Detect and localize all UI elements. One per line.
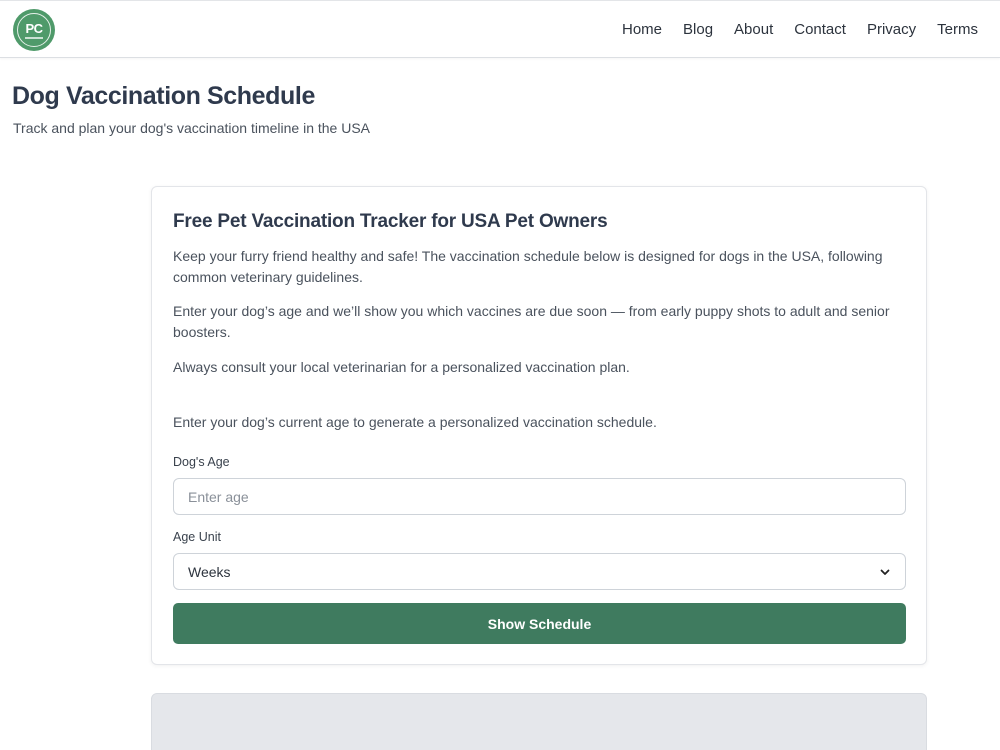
- age-label: Dog's Age: [173, 455, 230, 469]
- nav-item-terms[interactable]: Terms: [937, 21, 978, 39]
- logo-text: PC: [25, 20, 43, 36]
- age-input[interactable]: [173, 478, 906, 515]
- card-title: Free Pet Vaccination Tracker for USA Pet…: [173, 211, 608, 232]
- nav-item-home[interactable]: Home: [622, 21, 662, 39]
- show-schedule-button[interactable]: Show Schedule: [173, 603, 906, 644]
- instruction-text: Enter your dog’s current age to generate…: [173, 414, 657, 430]
- chevron-down-icon: [880, 569, 890, 575]
- page-title: Dog Vaccination Schedule: [12, 82, 315, 110]
- page-subtitle: Track and plan your dog's vaccination ti…: [13, 120, 371, 136]
- nav-item-contact[interactable]: Contact: [794, 21, 846, 39]
- age-explanation-paragraph: Enter your dog’s age and we’ll show you …: [173, 303, 890, 340]
- top-navbar: PC Home Blog About Contact Privacy Terms…: [0, 0, 1000, 58]
- age-unit-label: Age Unit: [173, 530, 221, 544]
- vaccination-tracker-card: Free Pet Vaccination Tracker for USA Pet…: [151, 186, 927, 665]
- schedule-result-panel: [151, 693, 927, 750]
- nav-item-blog[interactable]: Blog: [683, 21, 713, 39]
- age-unit-select[interactable]: Weeks: [173, 553, 906, 590]
- nav-item-privacy[interactable]: Privacy: [867, 21, 916, 39]
- logo-icon[interactable]: PC: [13, 9, 55, 51]
- age-unit-value: Weeks: [188, 563, 231, 580]
- main-nav: Home Blog About Contact Privacy Terms D: [622, 21, 1000, 39]
- nav-item-about[interactable]: About: [734, 21, 773, 39]
- intro-paragraph: Keep your furry friend healthy and safe!…: [173, 248, 883, 285]
- consult-vet-paragraph: Always consult your local veterinarian f…: [173, 359, 630, 375]
